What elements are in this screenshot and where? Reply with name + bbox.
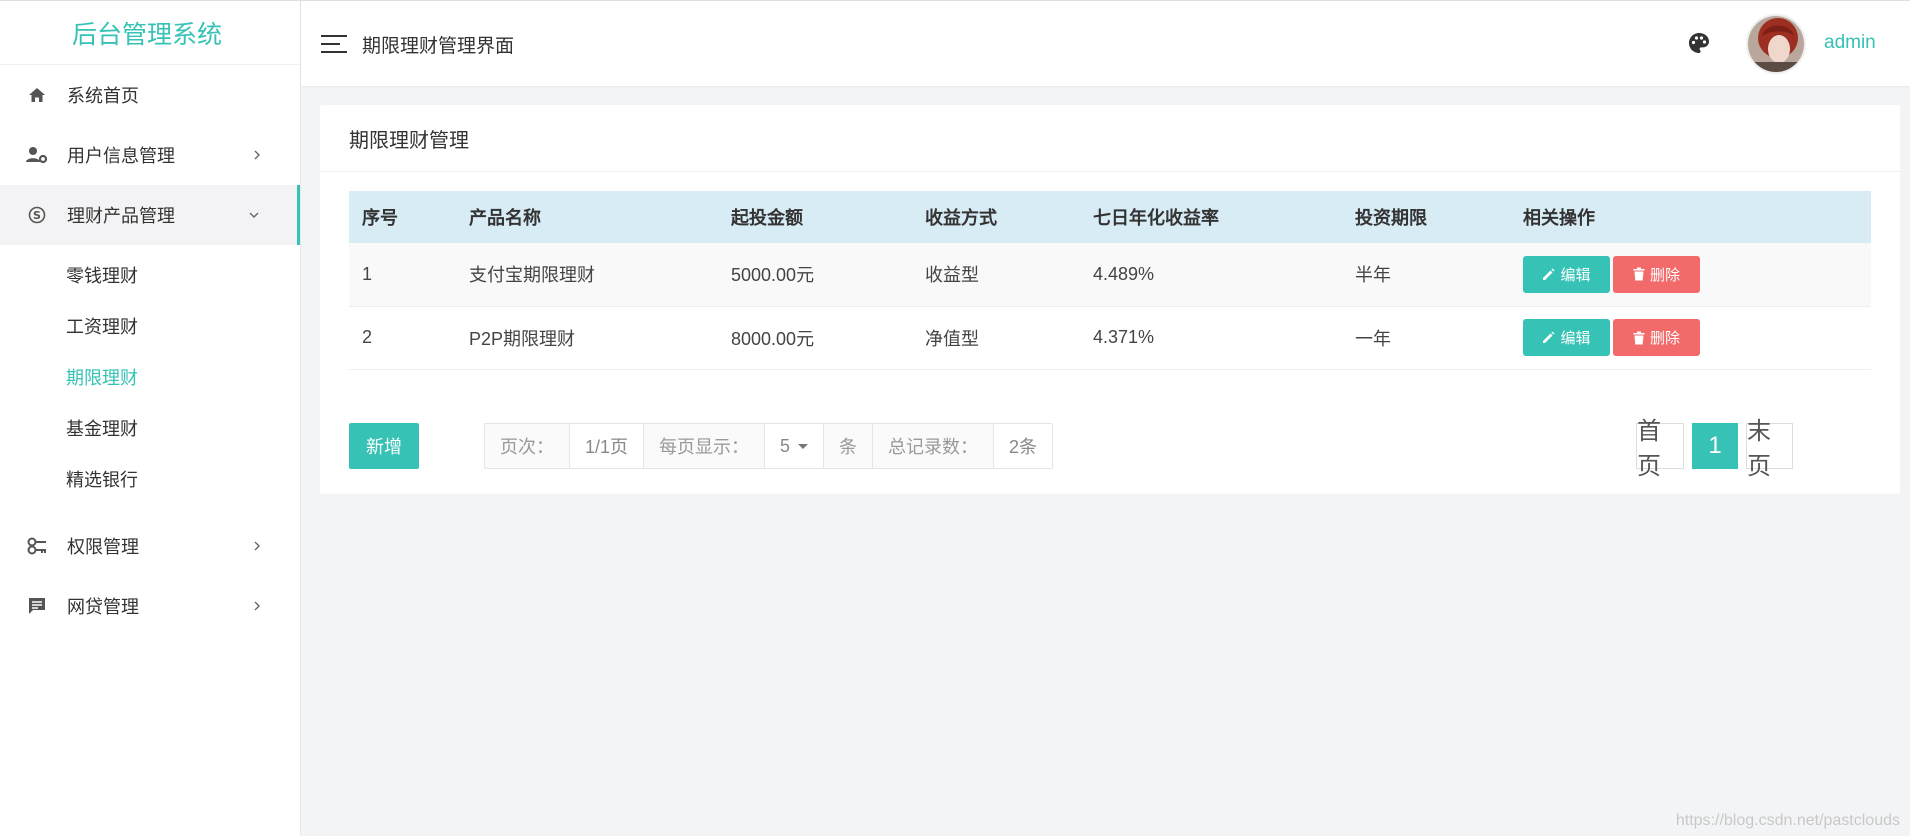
user-gear-icon <box>26 144 48 166</box>
trash-icon <box>1633 267 1645 281</box>
brand-title: 后台管理系统 <box>0 1 300 65</box>
caret-down-icon <box>798 443 809 449</box>
cell-min-amount: 8000.00元 <box>731 328 815 349</box>
total-value: 2条 <box>994 424 1053 468</box>
submenu-item-change[interactable]: 零钱理财 <box>0 249 300 300</box>
cell-annual-rate: 4.489% <box>1093 263 1155 284</box>
sidebar: 后台管理系统 系统首页 用户信息管理 S 理财产品管理 零钱理财 工资理财 期限… <box>0 0 301 836</box>
sidebar-item-permissions[interactable]: 权限管理 <box>0 516 300 576</box>
total-label: 总记录数： <box>873 424 995 468</box>
card-title: 期限理财管理 <box>320 105 1900 172</box>
watermark: https://blog.csdn.net/pastclouds <box>1675 812 1900 829</box>
username-link[interactable]: admin <box>1824 32 1876 54</box>
chevron-right-icon <box>252 541 262 551</box>
edit-label: 编辑 <box>1560 330 1591 347</box>
per-page-label: 每页显示： <box>644 424 766 468</box>
svg-text:S: S <box>33 209 41 222</box>
sidebar-item-label: 权限管理 <box>67 537 139 557</box>
chevron-right-icon <box>252 601 262 611</box>
message-icon <box>26 595 48 617</box>
sidebar-item-label: 理财产品管理 <box>67 206 175 226</box>
first-page-button[interactable]: 首页 <box>1636 418 1684 480</box>
column-header: 起投金额 <box>731 208 803 228</box>
main-card: 期限理财管理 序号 产品名称 起投金额 收益方式 七日年化收益率 投资期限 相关… <box>320 105 1900 494</box>
delete-button[interactable]: 删除 <box>1613 319 1700 356</box>
per-page-value: 5 <box>780 435 791 456</box>
cell-product-name: P2P期限理财 <box>469 328 576 349</box>
cell-term: 一年 <box>1355 328 1391 349</box>
chevron-down-icon <box>249 210 259 220</box>
cell-yield-type: 净值型 <box>925 328 979 349</box>
sidebar-item-home[interactable]: 系统首页 <box>0 65 300 125</box>
palette-icon[interactable] <box>1687 31 1711 55</box>
delete-button[interactable]: 删除 <box>1613 255 1700 293</box>
column-header: 收益方式 <box>925 208 997 228</box>
column-header: 投资期限 <box>1355 208 1427 228</box>
table-row: 2 P2P期限理财 8000.00元 净值型 4.371% 一年 编辑 删除 <box>349 306 1871 369</box>
sidebar-item-products[interactable]: S 理财产品管理 <box>0 185 300 245</box>
chevron-right-icon <box>252 150 262 160</box>
cell-index: 2 <box>362 327 373 347</box>
cell-term: 半年 <box>1355 265 1391 286</box>
edit-button[interactable]: 编辑 <box>1523 319 1610 356</box>
delete-label: 删除 <box>1649 266 1680 284</box>
edit-label: 编辑 <box>1560 266 1591 284</box>
cell-min-amount: 5000.00元 <box>731 265 815 286</box>
key-icon <box>26 535 48 557</box>
sidebar-item-label: 用户信息管理 <box>67 146 175 166</box>
submenu-item-fixed-term[interactable]: 期限理财 <box>0 351 300 402</box>
unit-label: 条 <box>824 424 874 468</box>
pager-info: 页次： 1/1页 每页显示： 5 条 总记录数： 2条 <box>484 423 1054 469</box>
sidebar-item-loans[interactable]: 网贷管理 <box>0 576 300 636</box>
cell-product-name: 支付宝期限理财 <box>469 265 595 286</box>
avatar[interactable] <box>1746 14 1806 74</box>
add-button[interactable]: 新增 <box>349 423 419 469</box>
page-value: 1/1页 <box>570 424 645 468</box>
table-header-row: 序号 产品名称 起投金额 收益方式 七日年化收益率 投资期限 相关操作 <box>349 191 1871 243</box>
cell-actions: 编辑 删除 <box>1510 243 1871 306</box>
column-header: 相关操作 <box>1523 208 1595 228</box>
delete-label: 删除 <box>1649 330 1680 347</box>
submenu-item-fund[interactable]: 基金理财 <box>0 402 300 453</box>
table-row: 1 支付宝期限理财 5000.00元 收益型 4.489% 半年 编辑 删除 <box>349 243 1871 306</box>
pencil-icon <box>1543 268 1555 280</box>
page-label: 页次： <box>485 424 570 468</box>
page-number-button[interactable]: 1 <box>1692 423 1738 469</box>
edit-button[interactable]: 编辑 <box>1523 255 1610 293</box>
top-header: 期限理财管理界面 admin <box>301 0 1910 86</box>
column-header: 序号 <box>362 208 398 228</box>
trash-icon <box>1633 331 1645 344</box>
column-header: 产品名称 <box>469 208 541 228</box>
submenu-item-bank[interactable]: 精选银行 <box>0 453 300 504</box>
products-submenu: 零钱理财 工资理财 期限理财 基金理财 精选银行 <box>0 245 300 516</box>
per-page-select[interactable]: 5 <box>765 424 825 468</box>
pencil-icon <box>1543 331 1555 343</box>
cell-actions: 编辑 删除 <box>1510 306 1871 369</box>
cell-index: 1 <box>362 263 373 284</box>
home-icon <box>26 84 48 106</box>
menu-toggle-icon[interactable] <box>321 35 347 55</box>
cell-yield-type: 收益型 <box>925 265 979 286</box>
sidebar-item-user-info[interactable]: 用户信息管理 <box>0 125 300 185</box>
sidebar-item-label: 网贷管理 <box>67 597 139 617</box>
page-title: 期限理财管理界面 <box>362 36 515 57</box>
skype-icon: S <box>26 204 48 226</box>
cell-annual-rate: 4.371% <box>1093 327 1155 347</box>
column-header: 七日年化收益率 <box>1093 208 1219 228</box>
submenu-item-salary[interactable]: 工资理财 <box>0 300 300 351</box>
products-table: 序号 产品名称 起投金额 收益方式 七日年化收益率 投资期限 相关操作 1 支付… <box>349 191 1871 370</box>
sidebar-item-label: 系统首页 <box>67 86 139 106</box>
last-page-button[interactable]: 末页 <box>1746 418 1793 480</box>
pagination: 首页 1 末页 <box>1636 418 1793 480</box>
